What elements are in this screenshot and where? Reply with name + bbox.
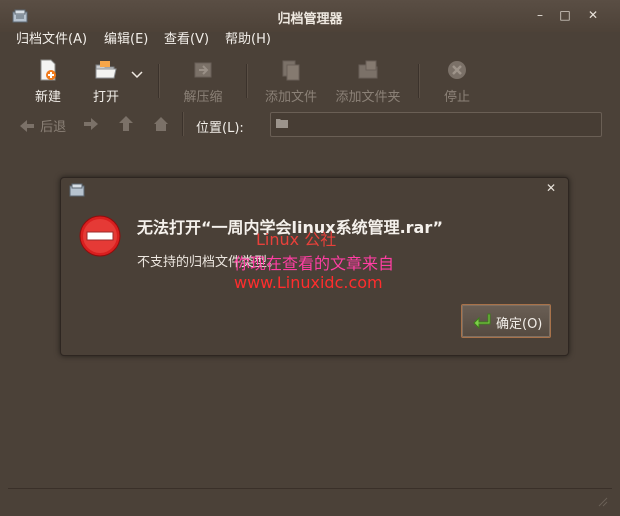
add-files-button[interactable]: 添加文件	[262, 58, 320, 105]
back-button[interactable]: 后退	[18, 116, 66, 135]
add-folder-button[interactable]: 添加文件夹	[334, 58, 402, 105]
window-title: 归档管理器	[277, 12, 343, 27]
folder-icon	[276, 119, 288, 128]
watermark-line2: 你现在查看的文章来自	[234, 254, 395, 273]
location-field[interactable]	[270, 112, 602, 137]
toolbar-separator	[158, 64, 159, 98]
extract-button[interactable]: 解压缩	[180, 58, 226, 105]
stop-label: 停止	[443, 90, 470, 105]
forward-arrow-icon[interactable]	[82, 116, 100, 132]
add-files-icon	[282, 60, 300, 81]
open-dropdown[interactable]	[128, 68, 146, 83]
stop-button[interactable]: 停止	[440, 58, 474, 105]
archive-app-icon	[69, 183, 85, 197]
home-icon[interactable]	[152, 115, 170, 133]
open-button[interactable]: 打开	[90, 58, 122, 105]
menu-view[interactable]: 查看(V)	[164, 32, 209, 54]
close-button[interactable]: ✕	[585, 7, 601, 23]
watermark-line1: Linux 公社	[256, 230, 337, 249]
toolbar-separator	[246, 64, 247, 98]
new-label: 新建	[34, 90, 61, 105]
extract-icon	[194, 62, 212, 78]
ok-button[interactable]: 确定(O)	[461, 304, 551, 338]
maximize-button[interactable]: □	[557, 7, 573, 23]
menu-help[interactable]: 帮助(H)	[225, 32, 271, 54]
ok-label: 确定(O)	[496, 317, 543, 332]
title-bar[interactable]: 归档管理器 – □ ✕	[0, 0, 620, 32]
toolbar: 新建 打开 解压缩 添加文件 添加文件夹 停止	[0, 54, 620, 106]
location-separator	[182, 112, 183, 136]
error-icon	[79, 215, 121, 257]
toolbar-separator	[418, 64, 419, 98]
back-arrow-icon	[20, 120, 34, 132]
extract-label: 解压缩	[183, 90, 223, 105]
minimize-button[interactable]: –	[532, 7, 548, 23]
add-folder-icon	[358, 60, 378, 79]
back-label: 后退	[40, 120, 67, 135]
new-button[interactable]: 新建	[32, 58, 64, 105]
add-files-label: 添加文件	[264, 90, 317, 105]
location-label: 位置(L):	[196, 121, 244, 136]
chevron-down-icon	[131, 71, 143, 79]
new-archive-icon	[40, 59, 56, 81]
status-bar	[8, 488, 612, 509]
add-folder-label: 添加文件夹	[335, 90, 401, 105]
menu-archive[interactable]: 归档文件(A)	[16, 32, 87, 54]
open-folder-icon	[95, 61, 117, 79]
open-label: 打开	[92, 90, 119, 105]
location-bar: 后退 位置(L):	[0, 108, 620, 142]
up-arrow-icon[interactable]	[118, 115, 134, 133]
menu-bar: 归档文件(A) 编辑(E) 查看(V) 帮助(H)	[0, 32, 620, 54]
dialog-close-button[interactable]: ✕	[544, 181, 558, 195]
stop-icon	[448, 61, 466, 79]
watermark-line3: www.Linuxidc.com	[234, 273, 383, 292]
resize-grip-icon[interactable]	[596, 495, 608, 507]
enter-arrow-icon	[473, 313, 491, 330]
menu-edit[interactable]: 编辑(E)	[104, 32, 148, 54]
